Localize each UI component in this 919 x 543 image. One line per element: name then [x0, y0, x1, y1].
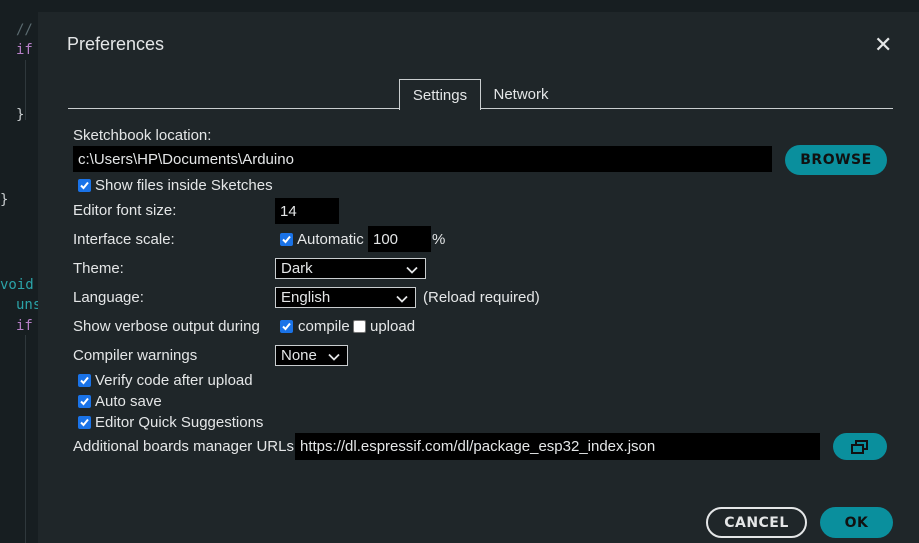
theme-label: Theme: — [73, 260, 124, 277]
tab-settings[interactable]: Settings — [399, 79, 481, 110]
scale-unit: % — [432, 231, 446, 248]
cancel-button[interactable]: CANCEL — [706, 507, 807, 538]
ok-button[interactable]: OK — [820, 507, 893, 538]
chevron-down-icon — [328, 353, 340, 361]
compile-label: compile — [298, 318, 350, 335]
tab-settings-label: Settings — [412, 86, 468, 104]
cancel-button-label: CANCEL — [724, 514, 789, 531]
warnings-select-value: None — [281, 347, 317, 364]
preferences-dialog: Preferences ✕ Settings Network Sketchboo… — [38, 12, 919, 543]
indent-guide — [25, 60, 26, 120]
language-select[interactable]: English — [275, 287, 416, 308]
scale-input[interactable] — [368, 226, 431, 252]
show-files-checkbox[interactable] — [78, 179, 91, 192]
tab-network-label: Network — [493, 85, 549, 103]
verify-label: Verify code after upload — [95, 372, 253, 389]
scale-label: Interface scale: — [73, 231, 175, 248]
code-keyword: if — [16, 42, 33, 58]
indent-guide — [25, 335, 26, 543]
checkmark-icon — [80, 397, 89, 406]
font-size-input[interactable] — [275, 198, 339, 224]
autosave-label: Auto save — [95, 393, 162, 410]
chevron-down-icon — [396, 295, 408, 303]
language-note: (Reload required) — [423, 289, 540, 306]
language-label: Language: — [73, 289, 144, 306]
sketchbook-label: Sketchbook location: — [73, 127, 212, 144]
verify-checkbox[interactable] — [78, 374, 91, 387]
automatic-scale-checkbox[interactable] — [280, 233, 293, 246]
browse-button-label: BROWSE — [800, 152, 872, 168]
boards-url-input[interactable] — [295, 433, 820, 460]
code-brace: } — [16, 107, 25, 123]
warnings-select[interactable]: None — [275, 345, 348, 366]
code-keyword: void — [0, 277, 34, 293]
upload-checkbox[interactable] — [353, 320, 366, 333]
theme-select-value: Dark — [281, 260, 313, 277]
code-comment: // — [16, 22, 33, 38]
checkmark-icon — [282, 235, 291, 244]
quick-suggestions-label: Editor Quick Suggestions — [95, 414, 264, 431]
code-keyword: if — [16, 318, 33, 334]
chevron-down-icon — [406, 266, 418, 274]
checkmark-icon — [282, 322, 291, 331]
theme-select[interactable]: Dark — [275, 258, 426, 279]
open-window-icon — [851, 439, 868, 454]
autosave-checkbox[interactable] — [78, 395, 91, 408]
automatic-label: Automatic — [297, 231, 364, 248]
close-icon[interactable]: ✕ — [874, 34, 892, 56]
checkmark-icon — [80, 181, 89, 190]
tab-network[interactable]: Network — [481, 79, 561, 109]
compile-checkbox[interactable] — [280, 320, 293, 333]
quick-suggestions-checkbox[interactable] — [78, 416, 91, 429]
checkmark-icon — [80, 418, 89, 427]
checkmark-icon — [80, 376, 89, 385]
font-size-label: Editor font size: — [73, 202, 177, 219]
show-files-label: Show files inside Sketches — [95, 177, 273, 194]
upload-label: upload — [370, 318, 416, 335]
browse-button[interactable]: BROWSE — [785, 145, 887, 175]
sketchbook-location-input[interactable] — [73, 146, 772, 172]
language-select-value: English — [281, 289, 331, 306]
warnings-label: Compiler warnings — [73, 347, 198, 364]
boards-url-edit-button[interactable] — [833, 433, 887, 460]
code-brace: } — [0, 192, 9, 208]
dialog-title: Preferences — [67, 34, 165, 54]
ok-button-label: OK — [844, 514, 869, 531]
verbose-label: Show verbose output during — [73, 318, 260, 335]
boards-url-label: Additional boards manager URLs: — [73, 438, 299, 455]
